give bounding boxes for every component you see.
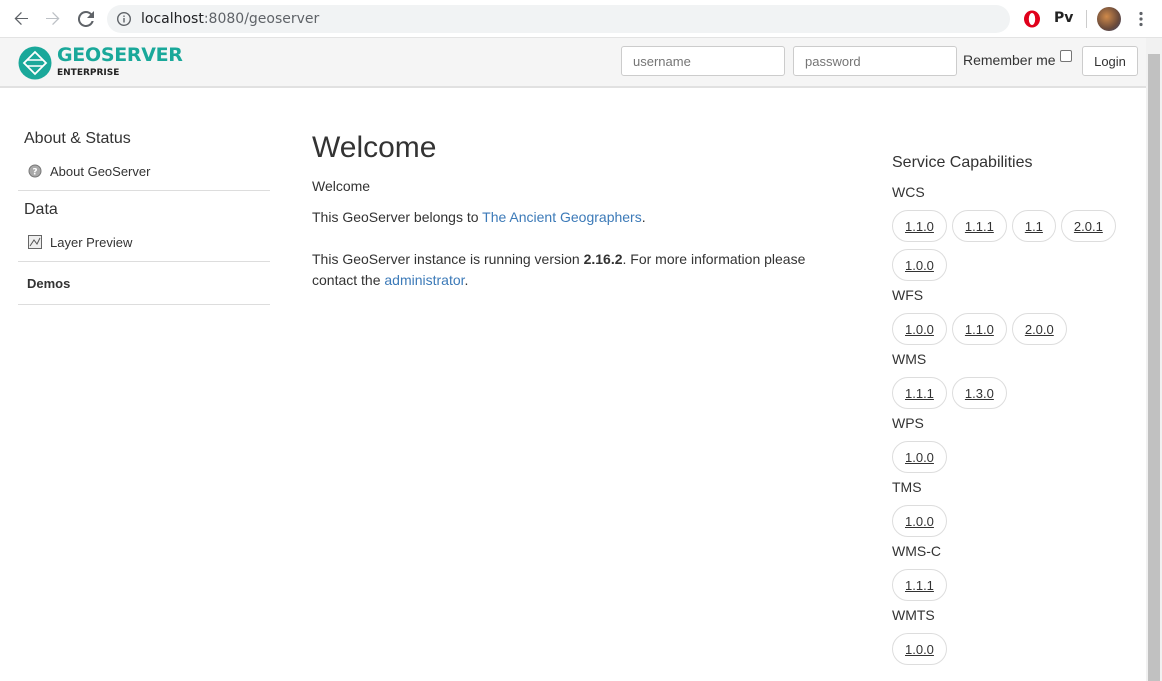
capabilities-title: Service Capabilities xyxy=(892,154,1033,171)
version-prefix: This GeoServer instance is running versi… xyxy=(312,251,584,267)
password-input[interactable] xyxy=(793,46,957,76)
capability-version-list: 1.1.0 1.1.1 1.1 2.0.1 1.0.0 xyxy=(892,210,1132,281)
sidebar: About & Status ? About GeoServer Data La… xyxy=(18,130,270,315)
capability-group-wps: WPS xyxy=(892,415,924,431)
reload-button[interactable] xyxy=(74,8,98,30)
info-icon[interactable] xyxy=(117,12,131,26)
capability-link-wcs-1-0-0[interactable]: 1.0.0 xyxy=(892,249,947,281)
sidebar-item-layer-preview[interactable]: Layer Preview xyxy=(18,219,270,253)
url-path: :8080/geoserver xyxy=(203,11,320,27)
version-text: This GeoServer instance is running versi… xyxy=(312,249,812,291)
main-content: Welcome Welcome This GeoServer belongs t… xyxy=(312,130,832,291)
welcome-subtitle: Welcome xyxy=(312,178,371,194)
capability-link-tms-1-0-0[interactable]: 1.0.0 xyxy=(892,505,947,537)
capability-link-wmts-1-0-0[interactable]: 1.0.0 xyxy=(892,633,947,665)
capability-version-list: 1.0.0 1.1.0 2.0.0 xyxy=(892,313,1132,345)
logo-title: GEOSERVER xyxy=(57,44,183,66)
capability-group-wfs: WFS xyxy=(892,287,924,303)
capability-link-wcs-2-0-1[interactable]: 2.0.1 xyxy=(1060,210,1116,242)
capability-link-wcs-1-1[interactable]: 1.1 xyxy=(1011,210,1056,242)
capability-link-wms-1-3-0[interactable]: 1.3.0 xyxy=(951,377,1007,409)
sidebar-divider xyxy=(18,304,270,305)
capability-group-wms: WMS xyxy=(892,351,927,367)
capability-link-wms-c-1-1-1[interactable]: 1.1.1 xyxy=(892,569,947,601)
browser-toolbar: localhost:8080/geoserver Pv xyxy=(0,0,1162,38)
sidebar-item-label: Layer Preview xyxy=(50,234,133,250)
sidebar-section-data: Data xyxy=(24,201,58,218)
sidebar-divider xyxy=(18,190,270,191)
capability-group-wcs: WCS xyxy=(892,184,925,200)
forward-arrow-icon xyxy=(46,12,60,25)
about-icon: ? xyxy=(28,164,42,178)
admin-suffix: . xyxy=(464,272,469,288)
remember-me-label: Remember me xyxy=(963,52,1056,68)
capability-link-wms-1-1-1[interactable]: 1.1.1 xyxy=(892,377,947,409)
menu-dots-icon[interactable] xyxy=(1134,11,1148,27)
logo-subtitle: ENTERPRISE xyxy=(57,68,120,78)
geoserver-logo-icon[interactable] xyxy=(18,46,52,80)
url-text[interactable]: localhost:8080/geoserver xyxy=(141,11,319,27)
sidebar-item-demos[interactable]: Demos xyxy=(18,272,270,294)
forward-button[interactable] xyxy=(41,8,65,30)
svg-text:?: ? xyxy=(32,168,37,178)
profile-avatar[interactable] xyxy=(1097,7,1121,31)
remember-me-checkbox[interactable] xyxy=(1060,50,1072,62)
scrollbar-thumb[interactable] xyxy=(1148,54,1160,681)
capability-version-list: 1.0.0 xyxy=(892,505,1132,537)
capability-link-wcs-1-1-1[interactable]: 1.1.1 xyxy=(951,210,1007,242)
capability-link-wps-1-0-0[interactable]: 1.0.0 xyxy=(892,441,947,473)
sidebar-divider xyxy=(18,261,270,262)
login-button[interactable]: Login xyxy=(1082,46,1138,76)
capability-version-list: 1.0.0 xyxy=(892,441,1132,473)
belongs-prefix: This GeoServer belongs to xyxy=(312,209,483,225)
capability-version-list: 1.1.1 xyxy=(892,569,1132,601)
service-capabilities: Service Capabilities WCS 1.1.0 1.1.1 1.1 2.0… xyxy=(892,154,1132,671)
version-number: 2.16.2 xyxy=(583,251,623,267)
pv-extension-icon[interactable]: Pv xyxy=(1054,10,1073,26)
url-host: localhost xyxy=(141,11,204,27)
reload-icon xyxy=(78,11,94,27)
capability-group-wmts: WMTS xyxy=(892,607,935,623)
belongs-suffix: . xyxy=(641,209,646,225)
geoserver-header: GEOSERVER ENTERPRISE Remember me Login xyxy=(0,38,1146,88)
capability-version-list: 1.1.1 1.3.0 xyxy=(892,377,1132,409)
back-arrow-icon xyxy=(14,12,28,25)
sidebar-item-label: About GeoServer xyxy=(50,163,151,179)
capability-group-wms-c: WMS-C xyxy=(892,543,941,559)
layer-preview-icon xyxy=(28,235,42,249)
capability-link-wfs-2-0-0[interactable]: 2.0.0 xyxy=(1011,313,1067,345)
sidebar-section-about-status: About & Status xyxy=(24,130,131,147)
back-button[interactable] xyxy=(9,8,33,30)
organization-link[interactable]: The Ancient Geographers xyxy=(482,209,642,225)
username-input[interactable] xyxy=(621,46,785,76)
capability-group-tms: TMS xyxy=(892,479,922,495)
belongs-text: This GeoServer belongs to The Ancient Ge… xyxy=(312,207,832,228)
administrator-link[interactable]: administrator xyxy=(384,272,464,288)
sidebar-item-about-geoserver[interactable]: ? About GeoServer xyxy=(18,148,270,182)
address-bar[interactable]: localhost:8080/geoserver xyxy=(107,5,1010,33)
capability-version-list: 1.0.0 xyxy=(892,633,1132,665)
capability-link-wfs-1-1-0[interactable]: 1.1.0 xyxy=(951,313,1007,345)
capability-link-wfs-1-0-0[interactable]: 1.0.0 xyxy=(892,313,947,345)
opera-extension-icon[interactable] xyxy=(1023,10,1041,28)
page-scrollbar[interactable] xyxy=(1146,38,1162,681)
page-title: Welcome xyxy=(312,131,437,164)
toolbar-separator xyxy=(1086,10,1087,28)
capability-groups: WCS 1.1.0 1.1.1 1.1 2.0.1 1.0.0 WFS 1.0.0 1.1.0 2… xyxy=(892,184,1132,665)
capability-link-wcs-1-1-0[interactable]: 1.1.0 xyxy=(892,210,947,242)
